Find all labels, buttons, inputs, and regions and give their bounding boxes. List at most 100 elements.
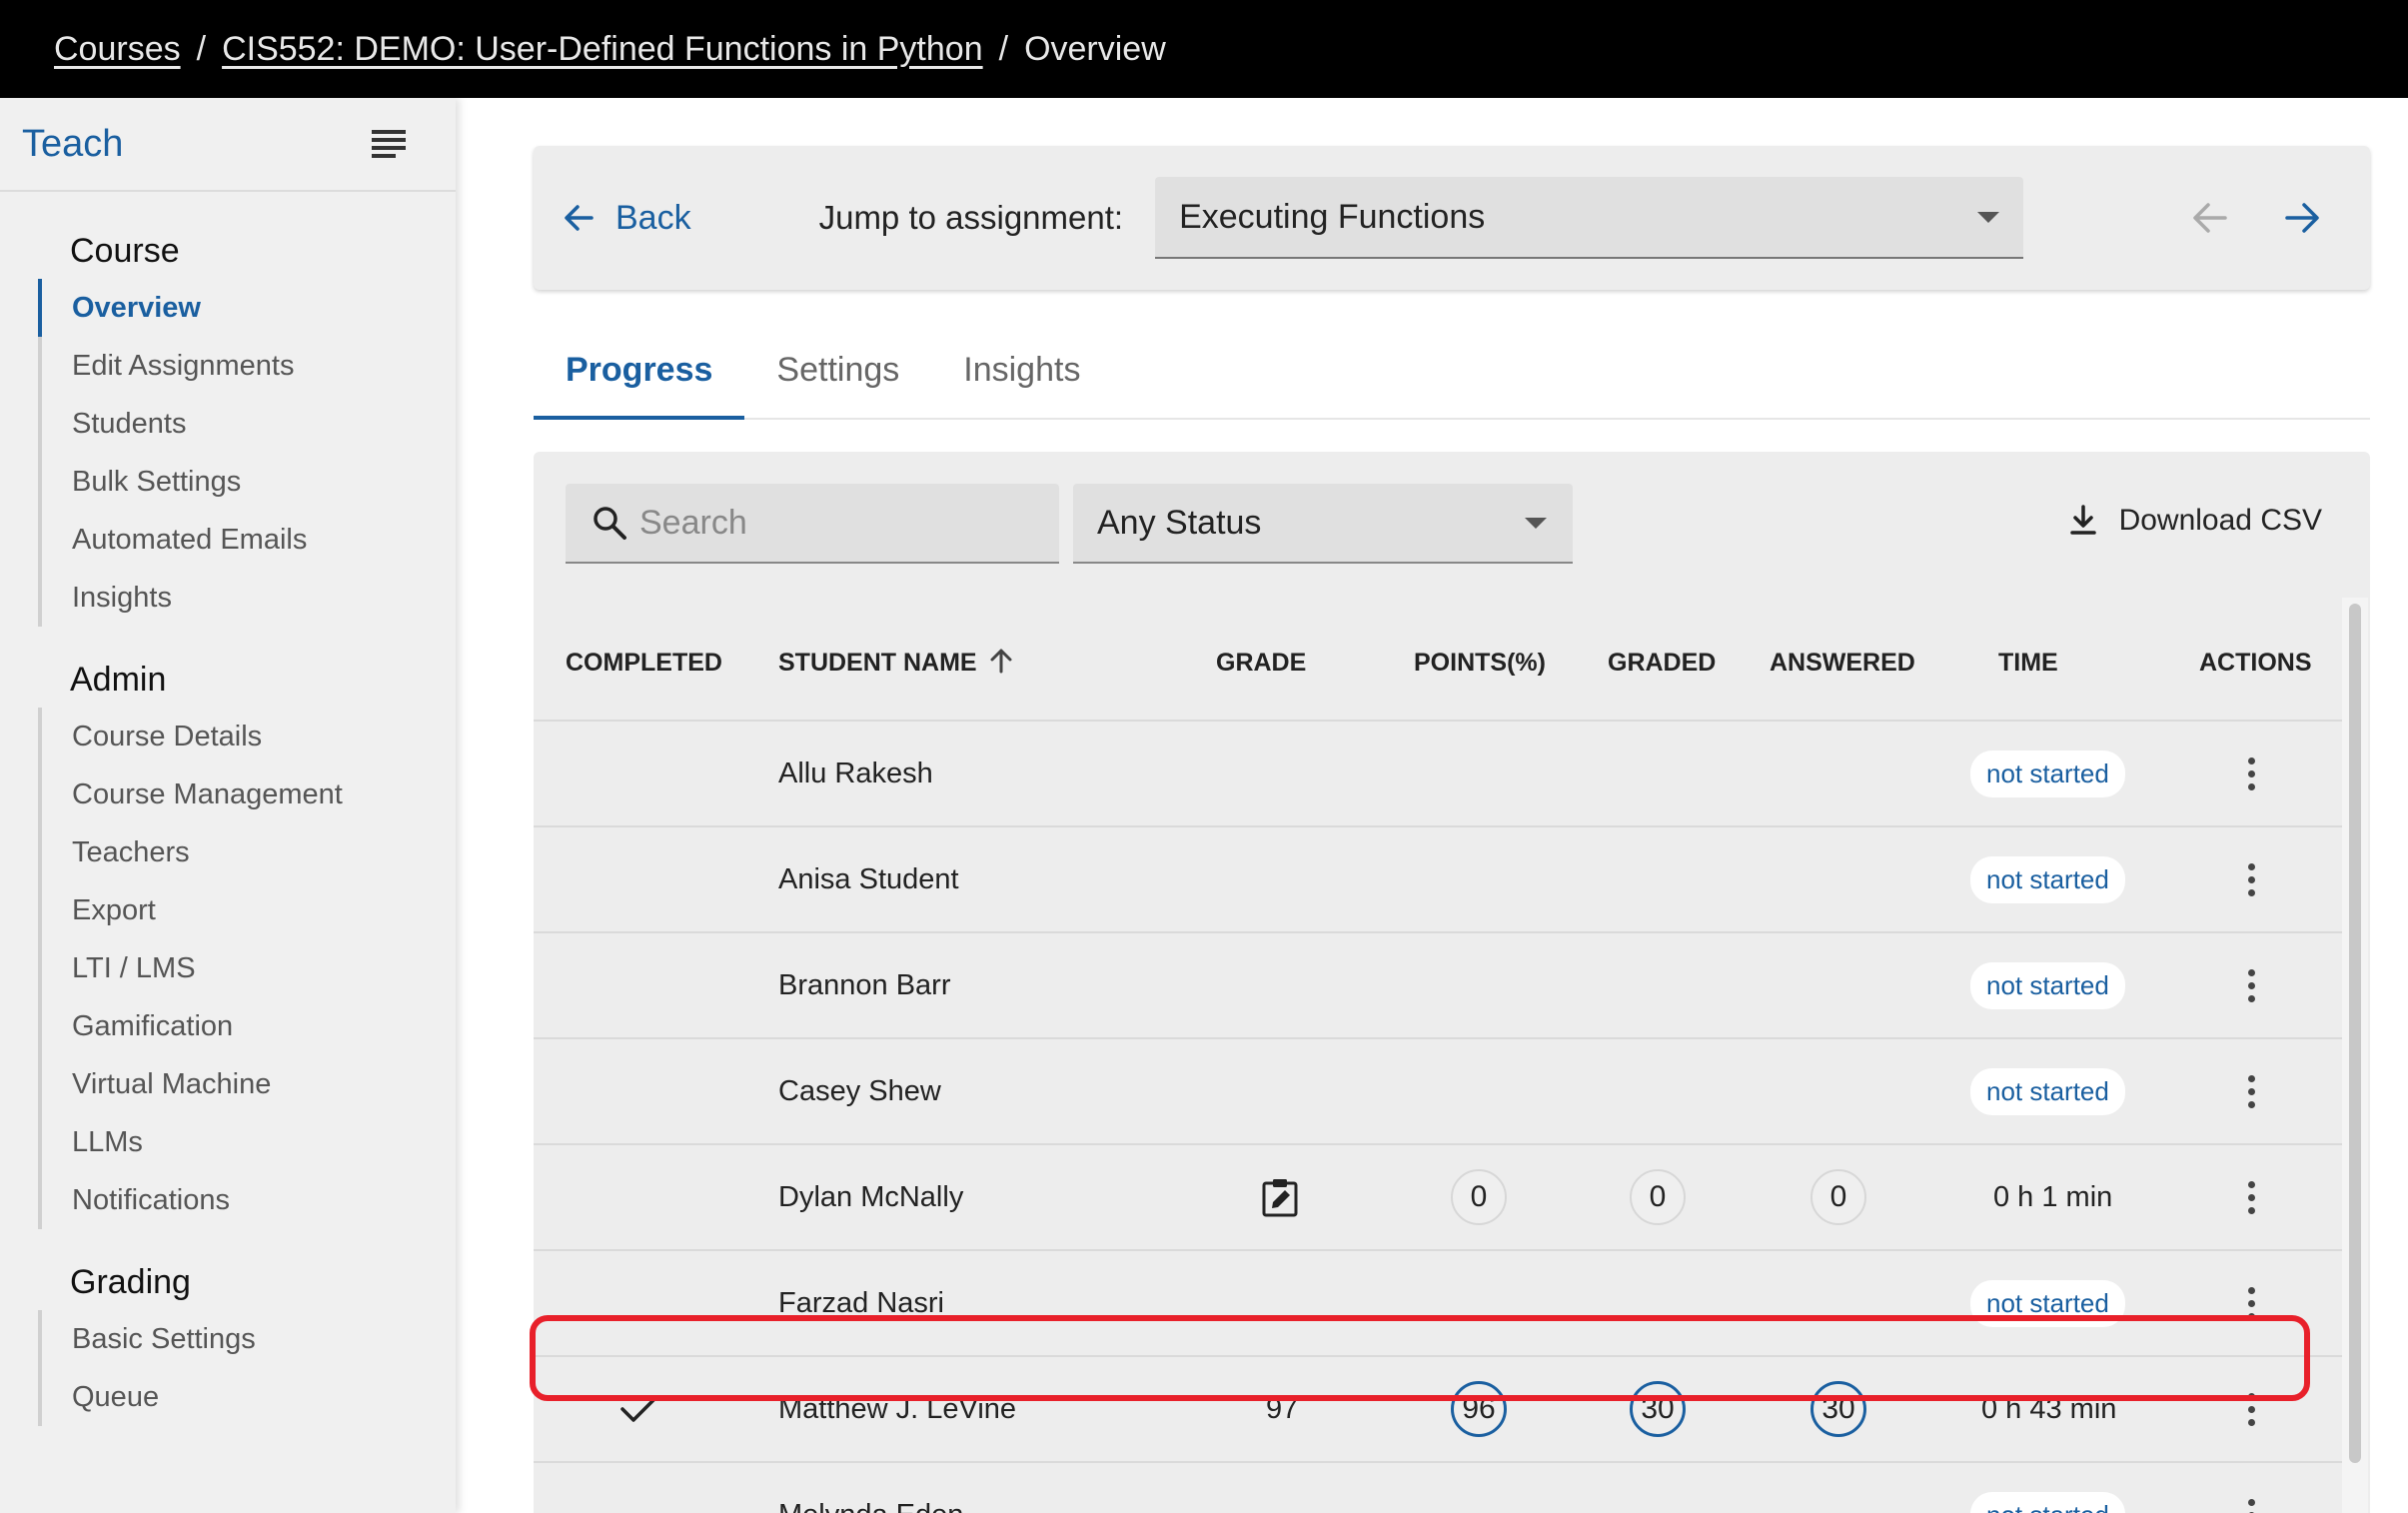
student-name[interactable]: Matthew J. LeVine [778, 1357, 1016, 1461]
status-badge[interactable]: not started [1970, 1067, 2125, 1115]
more-options-icon[interactable] [2246, 1180, 2256, 1214]
download-csv-button[interactable]: Download CSV [2069, 504, 2322, 538]
clipboard-edit-icon[interactable] [1261, 1177, 1299, 1217]
sidebar-item-bulk-settings[interactable]: Bulk Settings [38, 453, 456, 511]
sidebar-item-insights[interactable]: Insights [38, 569, 456, 627]
column-header-points[interactable]: POINTS(%) [1414, 604, 1546, 722]
search-input[interactable] [639, 503, 1039, 543]
scrollbar-thumb[interactable] [2349, 604, 2361, 1463]
status-filter-value: Any Status [1097, 503, 1262, 542]
table-row[interactable]: Farzad Nasri not started [534, 1251, 2344, 1357]
more-options-icon[interactable] [2246, 1392, 2256, 1426]
table-row[interactable]: Allu Rakesh not started [534, 722, 2344, 827]
sidebar-item-llms[interactable]: LLMs [38, 1113, 456, 1171]
sidebar-item-course-management[interactable]: Course Management [38, 765, 456, 823]
more-options-icon[interactable] [2246, 1286, 2256, 1320]
tab-insights[interactable]: Insights [931, 330, 1112, 420]
table-row[interactable]: Dylan McNally 0 0 0 0 h 1 min [534, 1145, 2344, 1251]
sidebar-item-gamification[interactable]: Gamification [38, 997, 456, 1055]
column-header-graded[interactable]: GRADED [1608, 604, 1716, 722]
more-options-icon[interactable] [2246, 968, 2256, 1002]
assignment-select[interactable]: Executing Functions [1155, 177, 2024, 259]
sidebar-title: Teach [22, 122, 124, 165]
back-button[interactable]: Back [564, 199, 691, 238]
status-badge[interactable]: not started [1970, 750, 2125, 797]
back-label: Back [615, 198, 691, 237]
grade-value: 97 [1266, 1392, 1299, 1425]
status-badge[interactable]: not started [1970, 855, 2125, 903]
table-row[interactable]: Matthew J. LeVine 97 96 30 30 0 h 43 min [534, 1357, 2344, 1463]
table-row[interactable]: Anisa Student not started [534, 827, 2344, 933]
student-name[interactable]: Farzad Nasri [778, 1251, 944, 1355]
student-name[interactable]: Anisa Student [778, 827, 959, 931]
graded-circle: 30 [1630, 1381, 1686, 1437]
table-row[interactable]: Brannon Barr not started [534, 933, 2344, 1039]
breadcrumb-separator: / [196, 29, 207, 68]
tab-progress[interactable]: Progress [534, 330, 745, 420]
breadcrumb-separator: / [998, 29, 1009, 68]
time-spent: 0 h 43 min [1981, 1392, 2117, 1425]
student-rows: Allu Rakesh not started Anisa Student no… [534, 722, 2344, 1513]
caret-down-icon [1525, 517, 1547, 529]
sidebar-item-virtual-machine[interactable]: Virtual Machine [38, 1055, 456, 1113]
student-name[interactable]: Casey Shew [778, 1039, 941, 1143]
sidebar-section-admin: Admin Course Details Course Management T… [0, 661, 456, 1229]
download-csv-label: Download CSV [2118, 504, 2322, 537]
search-icon [594, 507, 626, 540]
student-name[interactable]: Brannon Barr [778, 933, 951, 1037]
filters-bar: Any Status Download CSV [534, 452, 2370, 604]
student-name[interactable]: Melynda Eden [778, 1463, 963, 1513]
status-badge[interactable]: not started [1970, 1279, 2125, 1327]
next-assignment-arrow-icon[interactable] [2284, 202, 2320, 234]
breadcrumb-course[interactable]: CIS552: DEMO: User-Defined Functions in … [222, 30, 983, 69]
answered-circle: 30 [1810, 1381, 1866, 1437]
breadcrumb-courses[interactable]: Courses [54, 30, 181, 69]
table-scrollbar[interactable] [2342, 598, 2368, 1513]
graded-circle: 0 [1630, 1169, 1686, 1225]
points-circle: 96 [1451, 1381, 1507, 1437]
caret-down-icon [1977, 211, 2000, 223]
more-options-icon[interactable] [2246, 862, 2256, 896]
column-header-completed[interactable]: COMPLETED [566, 604, 722, 722]
download-icon [2069, 505, 2096, 535]
column-header-grade[interactable]: GRADE [1216, 604, 1306, 722]
sidebar-item-course-details[interactable]: Course Details [38, 708, 456, 765]
assignment-bar: Back Jump to assignment: Executing Funct… [534, 146, 2370, 290]
sidebar-item-edit-assignments[interactable]: Edit Assignments [38, 337, 456, 395]
menu-icon[interactable] [372, 130, 406, 158]
column-header-answered[interactable]: ANSWERED [1770, 604, 1915, 722]
sidebar-item-basic-settings[interactable]: Basic Settings [38, 1310, 456, 1368]
status-badge[interactable]: not started [1970, 961, 2125, 1009]
tab-settings[interactable]: Settings [744, 330, 931, 420]
previous-assignment-arrow-icon[interactable] [2192, 202, 2228, 234]
column-header-student-name[interactable]: STUDENT NAME [778, 604, 1013, 722]
table-row[interactable]: Melynda Eden not started [534, 1463, 2344, 1513]
more-options-icon[interactable] [2246, 1498, 2256, 1513]
progress-panel: Any Status Download CSV COMPLETED STUDEN… [534, 452, 2370, 1513]
answered-circle: 0 [1810, 1169, 1866, 1225]
sidebar-item-automated-emails[interactable]: Automated Emails [38, 511, 456, 569]
sidebar-item-export[interactable]: Export [38, 881, 456, 939]
search-field[interactable] [566, 484, 1059, 564]
sidebar-item-students[interactable]: Students [38, 395, 456, 453]
sidebar-header: Teach [0, 98, 456, 192]
arrow-left-icon [565, 205, 594, 231]
student-name[interactable]: Allu Rakesh [778, 722, 933, 825]
tab-bar: Progress Settings Insights [534, 330, 2370, 420]
status-filter-select[interactable]: Any Status [1073, 484, 1573, 564]
table-row[interactable]: Casey Shew not started [534, 1039, 2344, 1145]
sidebar-item-overview[interactable]: Overview [38, 279, 456, 337]
sort-ascending-icon[interactable] [989, 648, 1013, 674]
sidebar-section-grading: Grading Basic Settings Queue [0, 1263, 456, 1426]
student-name[interactable]: Dylan McNally [778, 1145, 963, 1249]
table-header: COMPLETED STUDENT NAME GRADE POINTS(%) G… [534, 604, 2344, 722]
more-options-icon[interactable] [2246, 756, 2256, 790]
column-header-student-name-label: STUDENT NAME [778, 649, 977, 677]
sidebar-item-notifications[interactable]: Notifications [38, 1171, 456, 1229]
more-options-icon[interactable] [2246, 1074, 2256, 1108]
column-header-time[interactable]: TIME [1998, 604, 2058, 722]
sidebar-item-teachers[interactable]: Teachers [38, 823, 456, 881]
sidebar-item-queue[interactable]: Queue [38, 1368, 456, 1426]
status-badge[interactable]: not started [1970, 1491, 2125, 1513]
sidebar-item-lti-lms[interactable]: LTI / LMS [38, 939, 456, 997]
